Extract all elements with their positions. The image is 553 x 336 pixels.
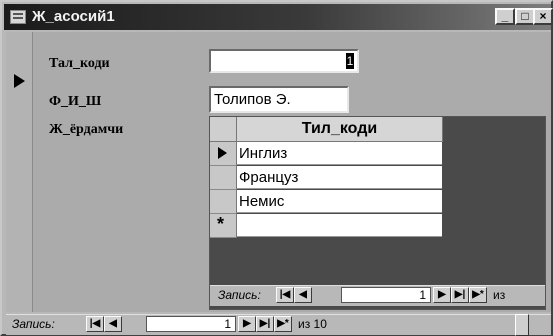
yordamchi-label: Ж_ёрдамчи <box>49 122 124 137</box>
main-record-count: из 10 <box>298 317 327 331</box>
record-selector[interactable] <box>6 32 33 312</box>
maximize-button[interactable]: □ <box>515 8 535 25</box>
table-row[interactable]: Француз <box>237 166 442 189</box>
text-cursor: 1 <box>346 53 354 69</box>
prev-record-button[interactable]: ◀ <box>294 287 312 303</box>
window-title: Ж_асосий1 <box>32 8 115 25</box>
title-bar[interactable]: Ж_асосий1 _ □ × <box>4 4 553 30</box>
subform-record-label: Запись: <box>218 288 261 302</box>
prev-record-button[interactable]: ◀ <box>104 316 122 332</box>
current-row-arrow-icon <box>218 147 227 159</box>
subform-datasheet: Тил_коди Инглиз Француз Немис * Запись: … <box>209 116 546 310</box>
row-selector[interactable] <box>210 190 237 214</box>
tal-kodi-field[interactable]: 1 <box>209 49 359 73</box>
column-header-til-kodi[interactable]: Тил_коди <box>237 117 443 142</box>
main-record-number[interactable]: 1 <box>146 316 236 332</box>
minimize-button[interactable]: _ <box>495 8 515 25</box>
subform-record-count: из <box>493 288 506 302</box>
subform-record-number[interactable]: 1 <box>341 287 431 303</box>
row-selector[interactable] <box>210 142 237 166</box>
last-record-button[interactable]: ▶| <box>256 316 274 332</box>
form-window: Ж_асосий1 _ □ × Тал_коди 1 Ф_И_Ш Толипов… <box>0 0 553 336</box>
first-record-button[interactable]: |◀ <box>276 287 294 303</box>
fish-label: Ф_И_Ш <box>49 94 102 109</box>
row-selector[interactable] <box>210 166 237 190</box>
new-record-button[interactable]: ▶* <box>469 287 487 303</box>
tal-kodi-label: Тал_коди <box>49 56 110 71</box>
select-all-corner[interactable] <box>210 117 237 142</box>
new-record-row[interactable] <box>237 214 442 237</box>
subform-navigation-bar: Запись: |◀ ◀ 1 ▶ ▶| ▶* из <box>210 285 545 306</box>
table-row[interactable]: Немис <box>237 190 442 213</box>
new-record-button[interactable]: ▶* <box>274 316 292 332</box>
fish-field[interactable]: Толипов Э. <box>209 86 349 113</box>
last-record-button[interactable]: ▶| <box>451 287 469 303</box>
next-record-button[interactable]: ▶ <box>238 316 256 332</box>
new-row-selector[interactable]: * <box>210 214 237 238</box>
new-record-star-icon: * <box>217 214 225 234</box>
current-record-arrow-icon <box>14 74 25 88</box>
main-record-label: Запись: <box>12 317 55 331</box>
main-navigation-bar: Запись: |◀ ◀ 1 ▶ ▶| ▶* из 10 <box>6 314 551 335</box>
form-icon[interactable] <box>10 10 26 24</box>
scrollbar-thumb[interactable] <box>515 314 529 336</box>
table-row[interactable]: Инглиз <box>237 142 442 165</box>
first-record-button[interactable]: |◀ <box>86 316 104 332</box>
close-button[interactable]: × <box>533 8 553 25</box>
next-record-button[interactable]: ▶ <box>433 287 451 303</box>
